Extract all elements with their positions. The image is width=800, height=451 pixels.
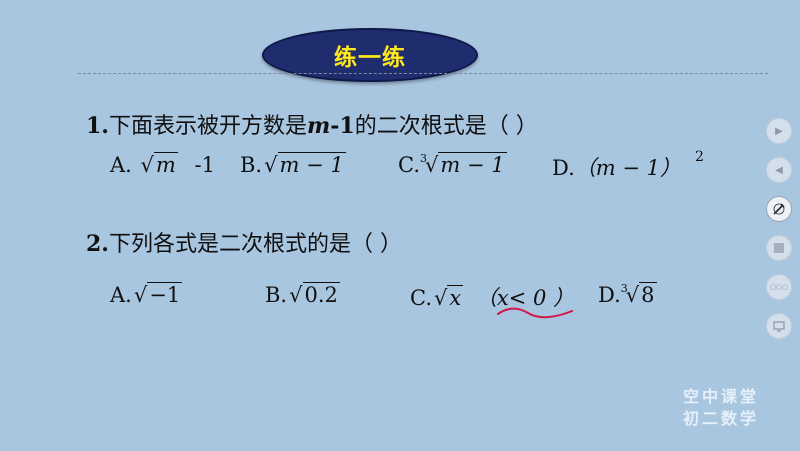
q2-option-c: C.√x （x< 0 ） <box>410 282 574 319</box>
q1-option-a-label: A. <box>110 153 132 177</box>
question-2: 2.下列各式是二次根式的是（ ） <box>86 226 402 258</box>
question-2-number: 2. <box>86 231 109 257</box>
previous-slide-button[interactable]: ◀ <box>766 157 792 183</box>
q2-option-a: A.√−1 <box>110 282 183 307</box>
more-icon: ○○○ <box>769 283 789 291</box>
screen-button[interactable] <box>766 235 792 261</box>
q2-option-b: B.√0.2 <box>265 282 340 307</box>
question-1-text-after: 的二次根式是（ ） <box>354 114 538 139</box>
watermark-line-1: 空中课堂 <box>682 387 759 406</box>
display-button[interactable] <box>766 313 792 339</box>
q1-option-d-power: 2 <box>695 149 704 165</box>
q2-option-b-label: B. <box>265 283 288 307</box>
q1-option-a-radical: √m <box>140 152 178 177</box>
question-1-var: m <box>306 113 331 139</box>
q1-option-c: C.3√m − 1 <box>398 152 507 177</box>
q2-option-b-radical: √0.2 <box>289 282 340 307</box>
question-2-text: 下列各式是二次根式的是（ ） <box>108 232 402 257</box>
q2-option-a-radicand: −1 <box>147 282 183 307</box>
q2-option-b-radicand: 0.2 <box>302 282 340 307</box>
q2-option-d-radical: √8 <box>625 282 657 307</box>
q1-option-b: B.√m − 1 <box>240 152 346 177</box>
pen-icon <box>773 203 785 215</box>
q1-option-a-radicand: m <box>153 152 178 177</box>
pen-tool-button[interactable] <box>766 196 792 222</box>
q2-option-d: D.3√8 <box>598 282 657 307</box>
q1-option-a-tail: -1 <box>194 153 215 177</box>
slide-nav-rail: ▶ ◀ ○○○ <box>766 118 794 339</box>
chevron-left-icon: ◀ <box>775 164 783 176</box>
q2-option-c-condition-wrap: （x< 0 ） <box>476 286 574 319</box>
q2-option-c-radical: √x <box>434 285 464 310</box>
screen-icon <box>774 243 784 253</box>
question-1-var-tail: -1 <box>330 113 355 139</box>
q1-option-b-radicand: m − 1 <box>277 152 346 177</box>
q2-option-c-radicand: x <box>447 285 464 310</box>
q1-option-a: A. √m -1 <box>110 152 215 177</box>
slide: 练一练 1.下面表示被开方数是m-1的二次根式是（ ） A. √m -1 B.√… <box>0 0 800 451</box>
display-icon <box>773 321 785 332</box>
dashed-divider <box>78 73 768 74</box>
more-options-button[interactable]: ○○○ <box>766 274 792 300</box>
q2-option-d-radicand: 8 <box>639 282 657 307</box>
next-slide-button[interactable]: ▶ <box>766 118 792 144</box>
q2-option-a-label: A. <box>110 283 132 307</box>
q1-option-b-radical: √m − 1 <box>264 152 346 177</box>
q1-option-c-label: C. <box>398 153 420 177</box>
q1-option-c-radicand: m − 1 <box>438 152 507 177</box>
q2-option-c-label: C. <box>410 286 432 310</box>
chevron-right-icon: ▶ <box>775 125 783 137</box>
q1-option-c-radical: √m − 1 <box>425 152 507 177</box>
question-1: 1.下面表示被开方数是m-1的二次根式是（ ） <box>86 108 538 140</box>
watermark-line-2: 初二数学 <box>682 409 759 428</box>
handwritten-underline <box>496 307 573 319</box>
slide-title: 练一练 <box>334 45 406 71</box>
q1-option-d: D.（m − 1） 2 <box>552 149 704 182</box>
q2-option-a-radical: √−1 <box>133 282 183 307</box>
question-1-number: 1. <box>86 113 109 139</box>
q1-option-b-label: B. <box>240 153 263 177</box>
q2-option-d-label: D. <box>598 283 621 307</box>
q1-option-d-expr: （m − 1） <box>574 156 681 180</box>
channel-watermark: 空中课堂 初二数学 <box>676 386 766 430</box>
q1-option-d-label: D. <box>552 156 575 180</box>
question-1-text-before: 下面表示被开方数是 <box>108 114 307 139</box>
